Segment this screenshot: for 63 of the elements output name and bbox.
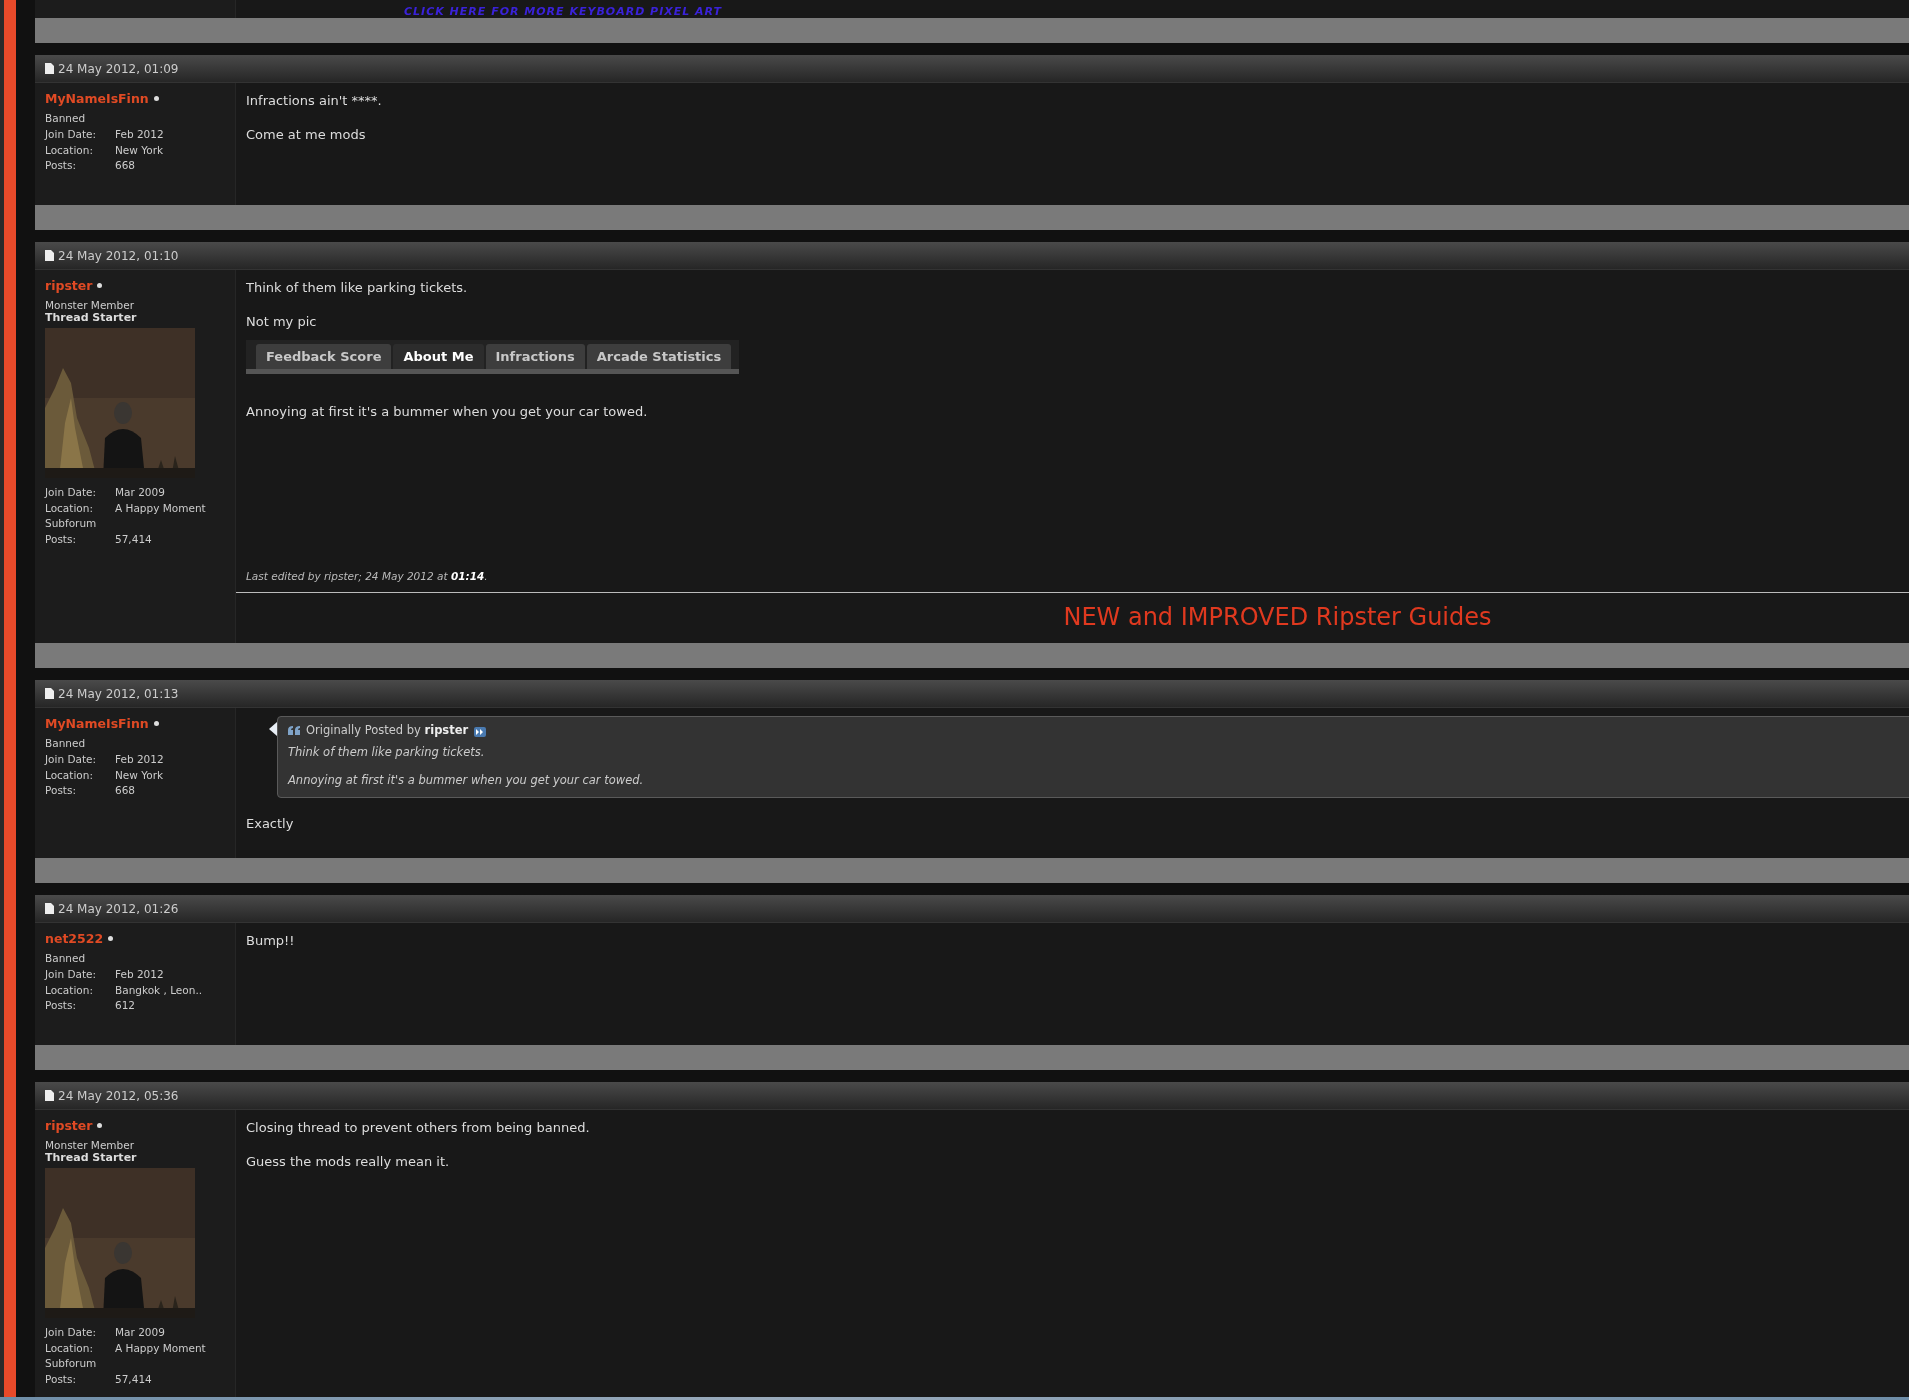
- post-text: Infractions ain't ****.: [246, 92, 383, 110]
- thread-starter-label: Thread Starter: [45, 1151, 137, 1164]
- user-detail: Posts: 668: [45, 783, 137, 798]
- status-dot-icon: [97, 1123, 103, 1128]
- document-icon: [45, 688, 54, 699]
- post-date: 24 May 2012, 01:10: [58, 248, 179, 263]
- post-text: Think of them like parking tickets.: [246, 279, 469, 297]
- view-post-button[interactable]: [474, 726, 487, 737]
- tab[interactable]: About Me: [393, 344, 484, 369]
- user-detail: Location: Bangkok , Leon..: [45, 982, 204, 998]
- user-detail: Join Date: Feb 2012: [45, 967, 165, 982]
- document-icon: [45, 250, 54, 261]
- status-dot-icon: [97, 283, 103, 288]
- user-rank: Monster Member: [45, 299, 135, 311]
- quote-text: Think of them like parking tickets.: [288, 745, 486, 759]
- post-text: Not my pic: [246, 313, 318, 331]
- signature-text: NEW and IMPROVED Ripster Guides: [1062, 603, 1492, 631]
- user-rank: Banned: [45, 112, 86, 124]
- post-date: 24 May 2012, 05:36: [58, 1088, 179, 1103]
- document-icon: [45, 903, 54, 914]
- user-detail: Join Date: Feb 2012: [45, 752, 165, 767]
- user-detail: Location: New York: [45, 142, 165, 158]
- edit-note: Last edited by ripster; 24 May 2012 at 01:14.: [246, 570, 489, 582]
- post-text: Exactly: [246, 815, 295, 833]
- user-detail: Join Date: Mar 2009: [45, 485, 166, 500]
- post-date: 24 May 2012, 01:13: [58, 686, 179, 701]
- user-detail: Location: New York: [45, 767, 165, 783]
- document-icon: [45, 1090, 54, 1101]
- quote-text: Annoying at first it's a bummer when you get your car towed.: [288, 773, 645, 787]
- pointer-icon: [269, 722, 277, 736]
- post-text: Guess the mods really mean it.: [246, 1153, 451, 1171]
- status-dot-icon: [153, 721, 159, 726]
- post-text: Annoying at first it's a bummer when you get your car towed.: [246, 403, 649, 421]
- status-dot-icon: [108, 936, 114, 941]
- user-detail: Posts: 668: [45, 158, 137, 173]
- user-detail: Posts: 57,414: [45, 531, 153, 547]
- user-rank: Banned: [45, 952, 86, 964]
- tab[interactable]: Feedback Score: [256, 344, 392, 369]
- user-detail: Join Date: Mar 2009: [45, 1325, 166, 1340]
- tab[interactable]: Arcade Statistics: [586, 344, 732, 369]
- post-date: 24 May 2012, 01:26: [58, 901, 179, 916]
- quote-icon: [288, 725, 300, 735]
- user-detail: Posts: 57,414: [45, 1371, 153, 1387]
- quote-attribution: Originally Posted by ripster: [306, 723, 469, 737]
- username-link[interactable]: net2522: [45, 931, 104, 946]
- status-dot-icon: [153, 96, 159, 101]
- user-rank: Monster Member: [45, 1139, 135, 1151]
- user-detail: Join Date: Feb 2012: [45, 127, 165, 142]
- thread-starter-label: Thread Starter: [45, 311, 137, 324]
- username-link[interactable]: ripster: [45, 1118, 93, 1133]
- post-date: 24 May 2012, 01:09: [58, 61, 179, 76]
- post-text: Come at me mods: [246, 126, 367, 144]
- user-detail: Location: A Happy Moment Subforum: [45, 500, 207, 531]
- tab[interactable]: Infractions: [485, 344, 585, 369]
- username-link[interactable]: MyNameIsFinn: [45, 716, 149, 731]
- username-link[interactable]: MyNameIsFinn: [45, 91, 149, 106]
- post-text: Bump!!: [246, 932, 296, 950]
- username-link[interactable]: ripster: [45, 278, 93, 293]
- post-text: Closing thread to prevent others from being banned.: [246, 1119, 591, 1137]
- document-icon: [45, 63, 54, 74]
- user-detail: Posts: 612: [45, 998, 137, 1013]
- user-rank: Banned: [45, 737, 86, 749]
- user-detail: Location: A Happy Moment Subforum: [45, 1340, 207, 1371]
